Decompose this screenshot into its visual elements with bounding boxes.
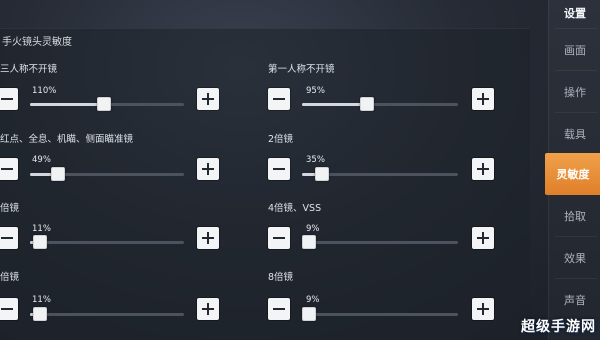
menu-header-settings: 设置 [564,7,586,20]
percent-value: 9% [306,295,320,305]
increase-button[interactable] [472,88,494,110]
sensitivity-slider[interactable] [30,235,184,249]
minus-icon [1,168,13,170]
increase-button[interactable] [472,158,494,180]
increase-button[interactable] [197,158,219,180]
menu-item-effects[interactable]: 效果 [549,238,600,278]
slider-thumb[interactable] [51,167,65,181]
increase-button[interactable] [472,298,494,320]
percent-value: 95% [306,86,325,96]
sensitivity-slider[interactable] [302,307,458,321]
percent-value: 110% [32,86,57,96]
menu-item-graphics[interactable]: 画面 [549,30,600,70]
settings-panel [0,28,530,340]
settings-menu: 设置 画面 操作 载具 灵敏度 拾取 效果 声音 [545,0,600,340]
minus-icon [1,237,13,239]
slider-thumb[interactable] [315,167,329,181]
slider-thumb[interactable] [33,307,47,321]
percent-value: 35% [306,155,325,165]
increase-button[interactable] [197,227,219,249]
minus-icon [1,98,13,100]
setting-label-8x-scope: 8倍镜 [268,272,294,283]
setting-label-scope: 倍镜 [0,203,20,214]
increase-button[interactable] [197,88,219,110]
slider-thumb[interactable] [33,235,47,249]
sensitivity-slider[interactable] [30,97,184,111]
decrease-button[interactable] [268,158,290,180]
sensitivity-slider[interactable] [302,167,458,181]
slider-thumb[interactable] [302,307,316,321]
slider-thumb[interactable] [97,97,111,111]
increase-button[interactable] [197,298,219,320]
watermark: 超级手游网 [521,319,596,335]
menu-item-vehicle[interactable]: 载具 [549,114,600,154]
percent-value: 11% [32,295,51,305]
percent-value: 49% [32,155,51,165]
minus-icon [273,308,285,310]
menu-item-sensitivity[interactable]: 灵敏度 [545,153,600,195]
decrease-button[interactable] [0,298,18,320]
percent-value: 9% [306,224,320,234]
setting-label-4x-scope: 4倍镜、VSS [268,203,322,214]
slider-thumb[interactable] [302,235,316,249]
sensitivity-slider[interactable] [30,307,184,321]
decrease-button[interactable] [0,88,18,110]
decrease-button[interactable] [268,298,290,320]
minus-icon [273,98,285,100]
minus-icon [273,168,285,170]
menu-item-sound[interactable]: 声音 [549,280,600,320]
decrease-button[interactable] [0,227,18,249]
setting-label-2x-scope: 2倍镜 [268,134,294,145]
decrease-button[interactable] [0,158,18,180]
section-title: 手火镜头灵敏度 [2,37,72,48]
setting-label-scope-2: 倍镜 [0,272,20,283]
setting-label-red-dot: 红点、全息、机瞄、侧面瞄准镜 [0,134,134,145]
sensitivity-slider[interactable] [30,167,184,181]
slider-thumb[interactable] [360,97,374,111]
percent-value: 11% [32,224,51,234]
sensitivity-slider[interactable] [302,235,458,249]
decrease-button[interactable] [268,88,290,110]
setting-label-first-person: 第一人称不开镜 [268,64,335,75]
menu-item-controls[interactable]: 操作 [549,72,600,112]
setting-label-third-person: 三人称不开镜 [0,64,58,75]
decrease-button[interactable] [268,227,290,249]
increase-button[interactable] [472,227,494,249]
sensitivity-slider[interactable] [302,97,458,111]
minus-icon [273,237,285,239]
menu-item-pickup[interactable]: 拾取 [549,196,600,236]
minus-icon [1,308,13,310]
